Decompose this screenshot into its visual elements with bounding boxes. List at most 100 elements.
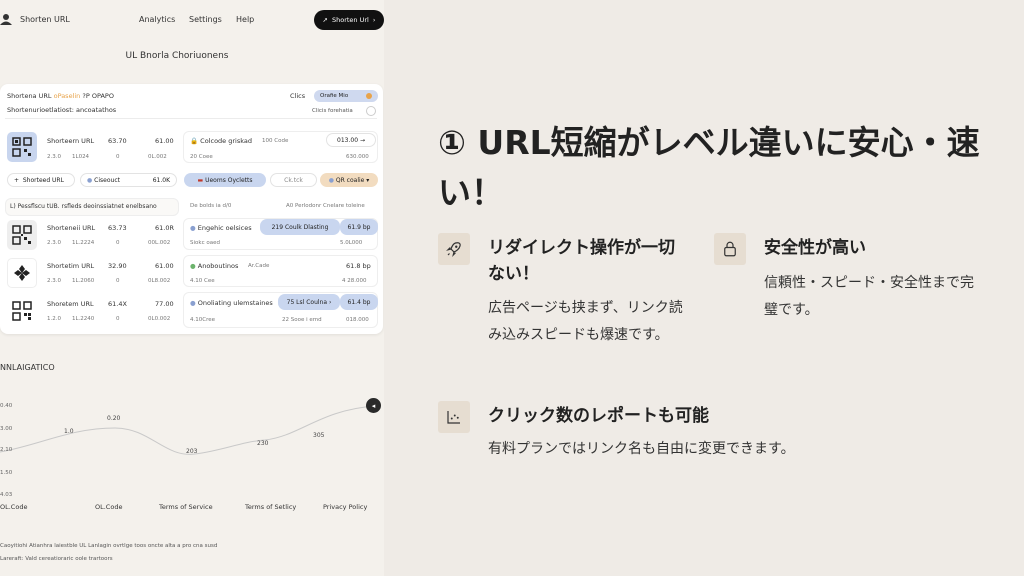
chart-icon <box>438 401 470 433</box>
code-tag: 100 Code <box>262 138 289 144</box>
link-value: 63.73 <box>108 224 127 232</box>
link-meta: 1L.2060 <box>72 278 95 284</box>
band-right-text: A0 Perlodonr Cnelare toleine <box>286 203 365 209</box>
x-tick: Terms of Setlicy <box>245 503 297 511</box>
dot-icon: ● <box>87 176 93 184</box>
link-value: 61.00 <box>155 262 174 270</box>
app-mockup: Shorten URL Analytics Settings Help ➚ Sh… <box>0 0 384 576</box>
link-name: Shorteern URL <box>47 137 95 145</box>
link-meta: 0L.002 <box>148 154 167 160</box>
link-meta: 0 <box>116 278 120 284</box>
card-subtitle-right: Clicis forehatia <box>312 108 353 114</box>
qr-code-dropdown[interactable]: ● QR coalie ▾ <box>320 173 378 187</box>
nav-help[interactable]: Help <box>236 15 254 24</box>
link-name: Shortetim URL <box>47 262 95 270</box>
code-sub: 018.000 <box>346 317 369 323</box>
click-pill[interactable]: Ck.tck <box>270 173 317 187</box>
brand-name: Shorten URL <box>20 15 70 24</box>
footer-text: Caoyitiohi Atianhra laiestble UL Lanlagi… <box>0 543 218 549</box>
shorten-url-button[interactable]: ➚ Shorten Url › <box>314 10 384 30</box>
data-label: 203 <box>186 448 198 455</box>
link-value: 63.70 <box>108 137 127 145</box>
link-value: 61.00 <box>155 137 174 145</box>
code-sub: 4.10 Cee <box>190 278 215 284</box>
feature-title: 安全性が高い <box>764 238 866 258</box>
links-card: Shortena URL oPaselin ?P OPAPO Clics Ora… <box>0 84 383 334</box>
link-meta: 00L.002 <box>148 240 171 246</box>
link-name: Shoretem URL <box>47 300 94 308</box>
feature-description: 有料プランではリンク名も自由に変更できます。 <box>488 441 795 457</box>
code-name: ● Onoliating ulemstaines <box>190 299 273 307</box>
data-label: 0.20 <box>107 415 121 422</box>
rocket-icon <box>438 233 470 265</box>
link-value: 32.90 <box>108 262 127 270</box>
code-name: 🔒 Colcode griskad <box>190 137 252 145</box>
link-value: 77.00 <box>155 300 174 308</box>
y-tick: 0.40 <box>0 403 13 409</box>
x-tick: Terms of Service <box>159 503 213 511</box>
code-sub: 22 Sooe i emd <box>282 317 322 323</box>
filter-pill[interactable]: Orafie Mio <box>314 90 378 102</box>
link-meta: 1L.2224 <box>72 240 95 246</box>
code-tag: Ar.Cade <box>248 263 270 269</box>
chart-action-button[interactable]: ◂ <box>366 398 381 413</box>
top-navigation: Shorten URL Analytics Settings Help ➚ Sh… <box>0 0 384 40</box>
lock-icon <box>714 233 746 265</box>
send-icon: ➚ <box>322 16 328 24</box>
code-tag-pill[interactable]: 219 Coulk Dlasting <box>260 219 340 235</box>
code-sub: Siokc oaed <box>190 240 220 246</box>
card-header-title: Shortena URL oPaselin ?P OPAPO <box>7 92 114 100</box>
share-icon[interactable] <box>7 258 37 288</box>
link-name: Shorteneii URL <box>47 224 96 232</box>
chevron-icon: › <box>372 16 376 24</box>
headline: ① URL短縮がレベル違いに安心・速い！ <box>438 123 980 212</box>
feature-title: リダイレクト操作が一切ない！ <box>488 238 675 284</box>
qr-code-icon[interactable] <box>7 132 37 162</box>
link-value: 61.4X <box>108 300 127 308</box>
nav-analytics[interactable]: Analytics <box>139 15 175 24</box>
link-value: 61.0R <box>155 224 174 232</box>
footer-text: Lareraft: Vald cereatioraric oole trarto… <box>0 556 113 562</box>
x-tick: OL.Code <box>0 503 28 511</box>
feature-description: 信頼性・スピード・安全性まで完璧です。 <box>764 275 974 318</box>
feature-description: 広告ページも挟まず、リンク読み込みスピードも爆速です。 <box>488 300 683 343</box>
y-tick: 3.00 <box>0 426 13 432</box>
code-sub: 5.0L000 <box>340 240 363 246</box>
y-tick: 4.03 <box>0 492 13 498</box>
info-icon[interactable] <box>366 106 376 116</box>
qr-code-icon[interactable] <box>7 296 37 326</box>
car-icon: ▬ <box>197 176 204 184</box>
link-meta: 2.3.0 <box>47 240 61 246</box>
clear-button[interactable]: ● Ciseouct 61.0K <box>80 173 177 187</box>
x-tick: Privacy Policy <box>323 503 368 511</box>
data-label: 230 <box>257 440 269 447</box>
link-meta: 0L8.002 <box>148 278 171 284</box>
link-meta: 1.2.0 <box>47 316 61 322</box>
code-value-pill[interactable]: 61.9 bp <box>340 219 378 235</box>
clicks-label: Clics <box>290 92 306 100</box>
code-value-pill[interactable]: 013.00 → <box>326 133 376 147</box>
status-dot-icon <box>366 93 372 99</box>
link-meta: 1L.2240 <box>72 316 95 322</box>
emoji-icon: 🔒 <box>190 137 199 145</box>
divider <box>5 118 377 119</box>
data-label: 1.0 <box>64 428 74 435</box>
link-meta: 1L024 <box>72 154 90 160</box>
users-pill[interactable]: ▬ Ueoms Oycletts <box>184 173 266 187</box>
info-band-text: L) Pessflscu tUB. rsfleds deoinssiatnet … <box>10 203 157 210</box>
code-sub: 20 Coee <box>190 154 213 160</box>
y-tick: 1.50 <box>0 470 13 476</box>
y-tick: 2.10 <box>0 447 13 453</box>
mockup-title: UL Bnorla Choriuonens <box>125 51 229 61</box>
code-sub: 4 28.000 <box>342 278 367 284</box>
code-value-pill[interactable]: 61.4 bp <box>340 294 378 310</box>
user-logo-icon <box>0 14 12 25</box>
x-tick: OL.Code <box>95 503 123 511</box>
nav-settings[interactable]: Settings <box>189 15 222 24</box>
shorted-url-button[interactable]: + Shorteed URL <box>7 173 75 187</box>
band-right-text: De bolds ia d/0 <box>190 203 232 209</box>
qr-code-icon[interactable] <box>7 220 37 250</box>
link-meta: 2.3.0 <box>47 278 61 284</box>
code-tag-pill[interactable]: 75 Lsl Coulna › <box>278 294 340 310</box>
code-name: ● Engehic oelsices <box>190 224 252 232</box>
